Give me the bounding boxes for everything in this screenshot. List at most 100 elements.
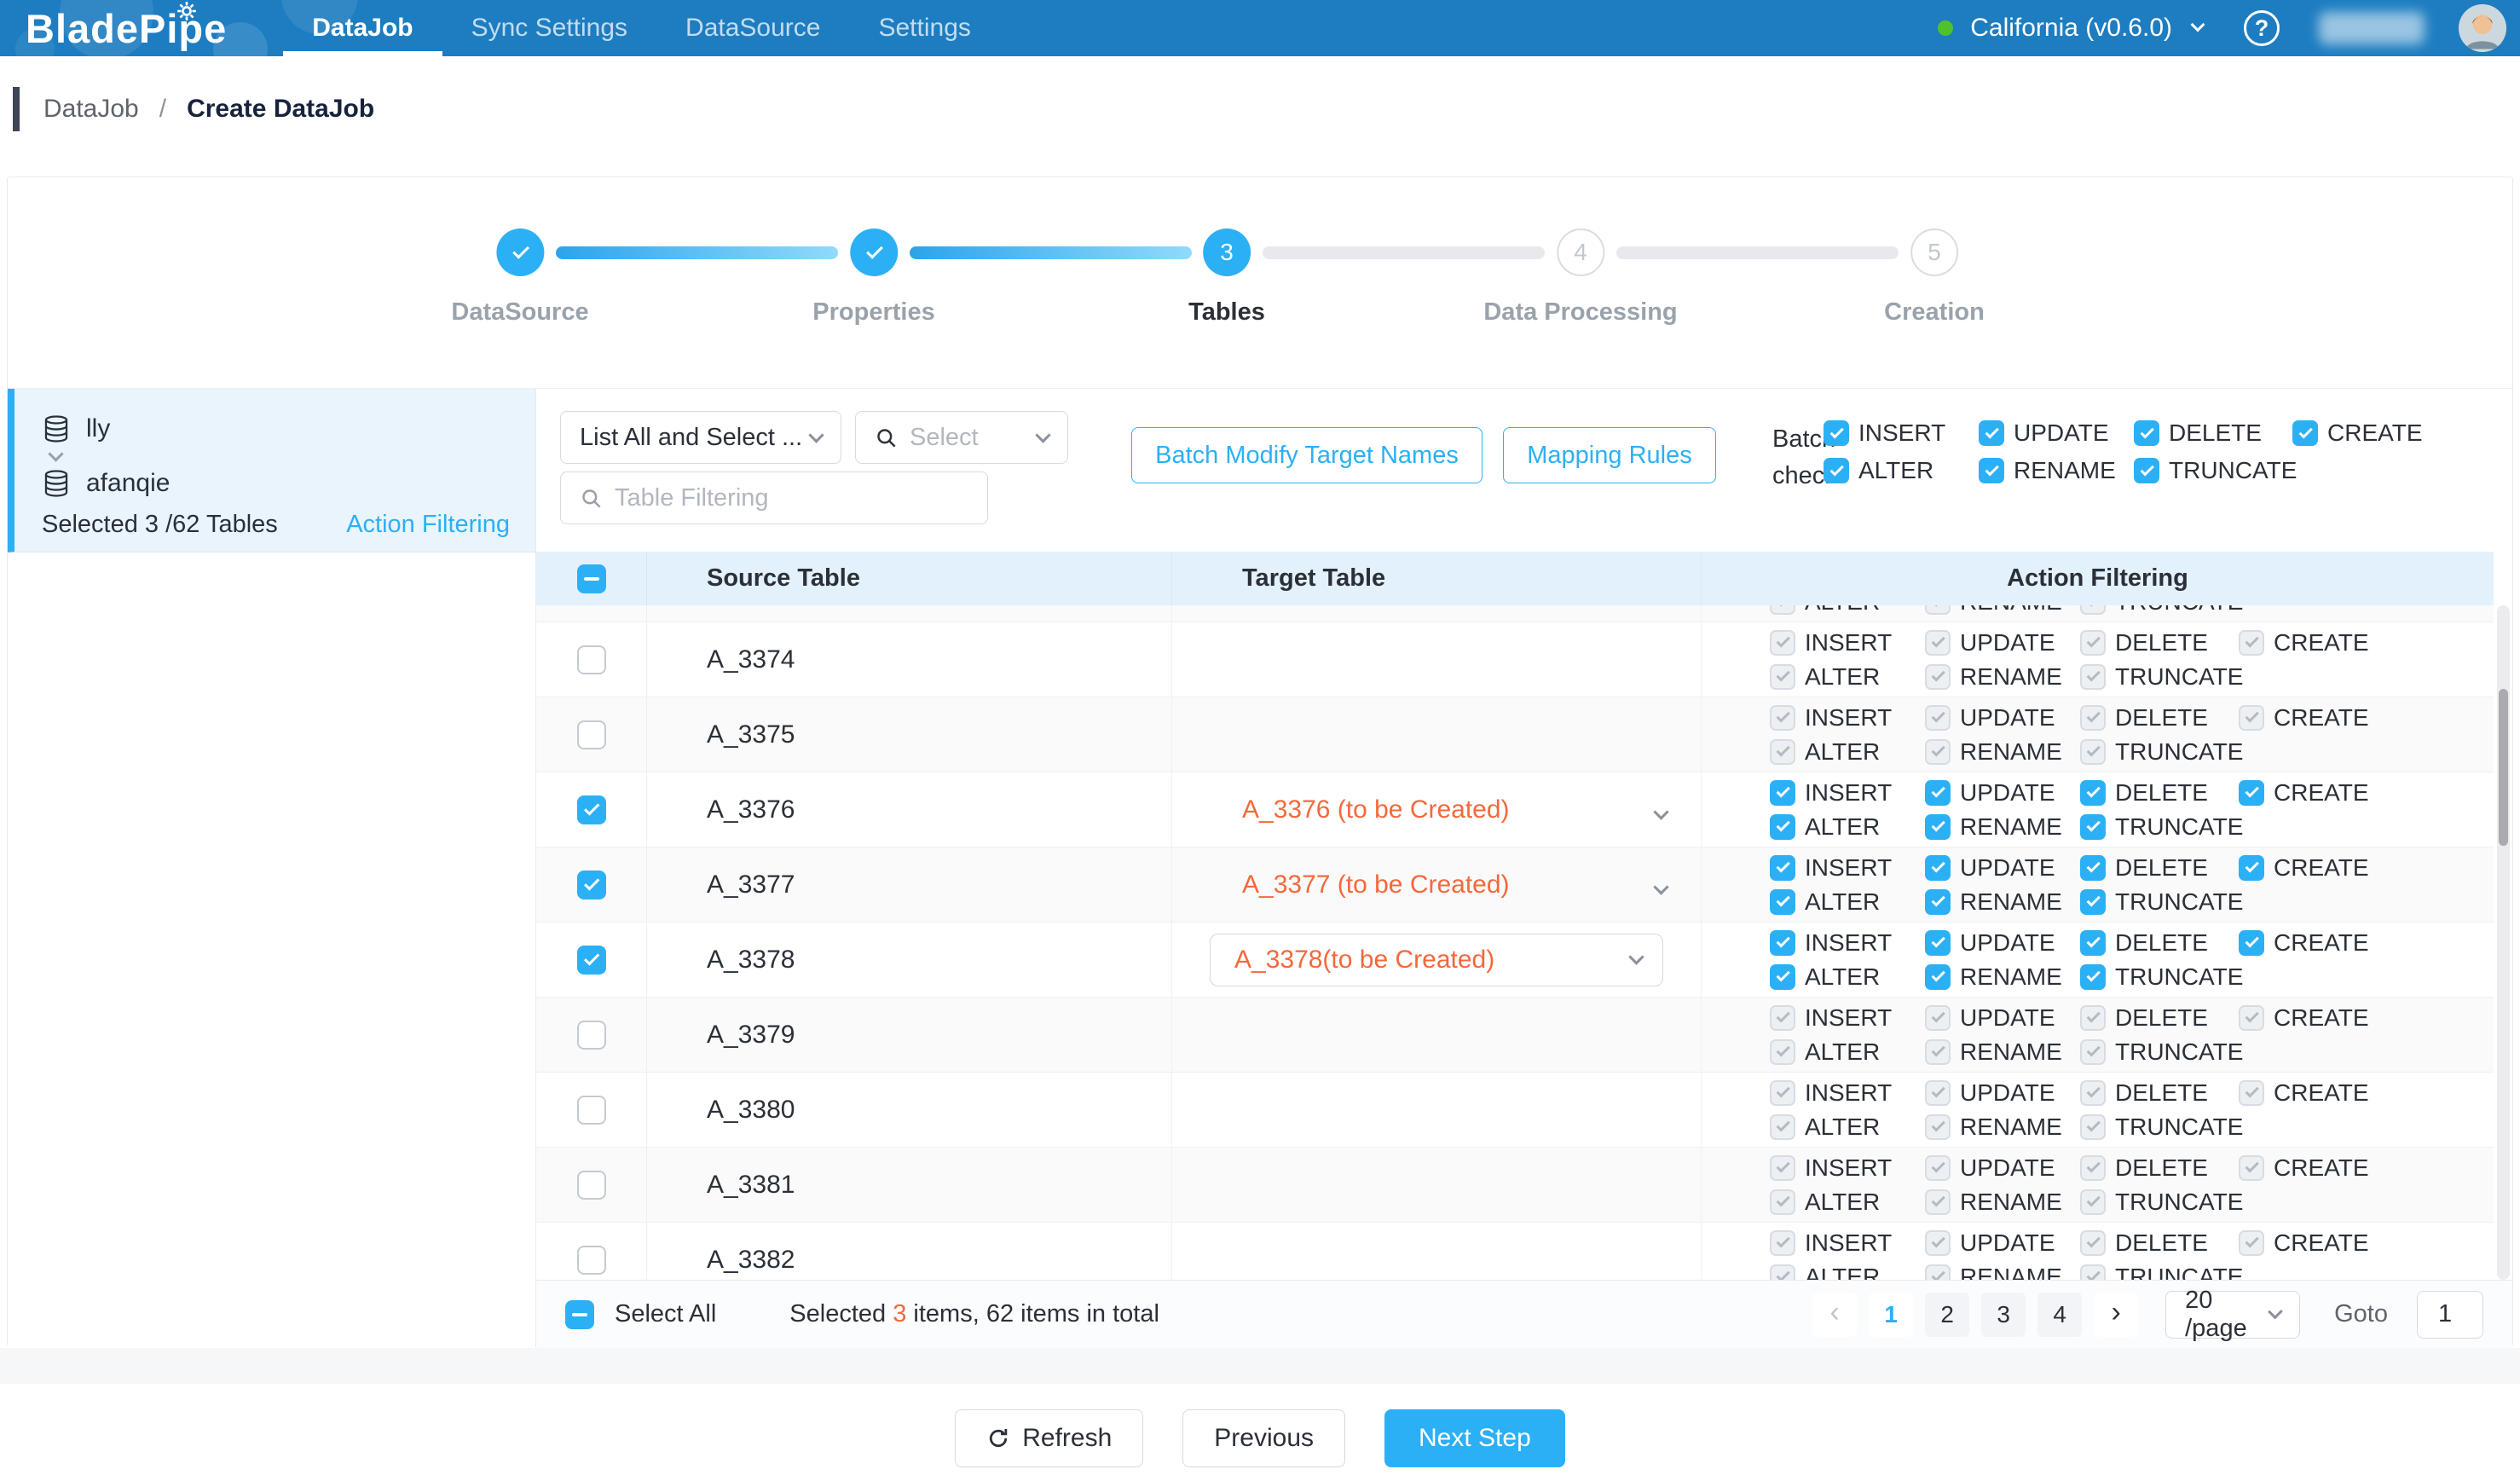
- page-button-3[interactable]: 3: [1981, 1293, 2026, 1337]
- batch-checkbox[interactable]: [1979, 458, 2004, 483]
- action-checkbox[interactable]: [2080, 889, 2106, 915]
- action-checkbox[interactable]: [2239, 855, 2264, 881]
- next-step-button[interactable]: Next Step: [1384, 1409, 1565, 1467]
- batch-modify-target-names-button[interactable]: Batch Modify Target Names: [1131, 427, 1483, 483]
- batch-checkbox[interactable]: [2134, 458, 2159, 483]
- page-size-select[interactable]: 20 /page: [2165, 1291, 2300, 1339]
- action-checkbox: [1925, 664, 1951, 690]
- next-page-button[interactable]: ›: [2094, 1293, 2138, 1337]
- action-checkbox[interactable]: [2239, 930, 2264, 956]
- mapping-rules-button[interactable]: Mapping Rules: [1503, 427, 1716, 483]
- menu-item-datasource[interactable]: DataSource: [656, 0, 849, 56]
- action-checkbox[interactable]: [1770, 814, 1795, 840]
- chevron-down-icon[interactable]: [1653, 879, 1668, 894]
- batch-checkbox[interactable]: [2292, 420, 2318, 446]
- action-filtering-cell: INSERTUPDATEDELETECREATEALTERRENAMETRUNC…: [1702, 847, 2494, 922]
- action-checkbox-item: DELETE: [2080, 629, 2239, 657]
- header-select-checkbox[interactable]: [577, 564, 606, 593]
- action-label: TRUNCATE: [2115, 963, 2243, 991]
- action-checkbox-item: INSERT: [1770, 629, 1925, 657]
- action-checkbox-item: DELETE: [2080, 929, 2239, 957]
- action-checkbox[interactable]: [1925, 930, 1951, 956]
- check-mark: [2245, 709, 2259, 722]
- action-label: UPDATE: [1960, 929, 2055, 957]
- menu-item-datajob[interactable]: DataJob: [283, 0, 442, 56]
- row-checkbox[interactable]: [577, 1021, 606, 1050]
- breadcrumb-bar: [13, 87, 20, 131]
- page-button-1[interactable]: 1: [1869, 1293, 1913, 1337]
- check-mark: [1932, 633, 1945, 647]
- action-label: UPDATE: [1960, 629, 2055, 657]
- row-checkbox[interactable]: [577, 795, 606, 824]
- select-all-checkbox[interactable]: [565, 1300, 594, 1329]
- action-checkbox[interactable]: [1770, 855, 1795, 881]
- action-checkbox[interactable]: [2080, 964, 2106, 990]
- action-checkbox[interactable]: [1770, 964, 1795, 990]
- action-checkbox-item: CREATE: [2239, 854, 2369, 882]
- check-mark: [1932, 605, 1945, 607]
- action-label: RENAME: [1960, 963, 2062, 991]
- action-label: TRUNCATE: [2115, 663, 2243, 691]
- action-checkbox[interactable]: [2080, 814, 2106, 840]
- batch-action-insert: INSERT: [1824, 419, 1979, 447]
- action-checkbox-item: RENAME: [1925, 813, 2080, 841]
- action-checkbox[interactable]: [1925, 814, 1951, 840]
- previous-button[interactable]: Previous: [1182, 1409, 1345, 1467]
- avatar[interactable]: [2459, 4, 2506, 52]
- batch-checkbox[interactable]: [1824, 420, 1849, 446]
- breadcrumb-parent[interactable]: DataJob: [43, 95, 139, 124]
- row-checkbox[interactable]: [577, 720, 606, 749]
- target-table-select[interactable]: A_3378(to be Created): [1210, 934, 1663, 986]
- action-checkbox-item: INSERT: [1770, 1004, 1925, 1032]
- row-checkbox[interactable]: [577, 1246, 606, 1275]
- table-row: A_3376A_3376 (to be Created)INSERTUPDATE…: [536, 772, 2494, 847]
- app-logo: BladePipe: [26, 5, 227, 52]
- menu-item-settings[interactable]: Settings: [849, 0, 999, 56]
- scrollbar-thumb[interactable]: [2499, 689, 2508, 846]
- action-checkbox[interactable]: [1925, 855, 1951, 881]
- action-checkbox[interactable]: [1925, 889, 1951, 915]
- page-button-4[interactable]: 4: [2037, 1293, 2082, 1337]
- refresh-button[interactable]: Refresh: [955, 1409, 1143, 1467]
- action-checkbox[interactable]: [1925, 964, 1951, 990]
- batch-checkbox[interactable]: [2134, 420, 2159, 446]
- action-checkbox-grid: INSERTUPDATEDELETECREATEALTERRENAMETRUNC…: [1770, 1154, 2369, 1216]
- action-checkbox[interactable]: [2080, 930, 2106, 956]
- target-table-cell: [1172, 1148, 1702, 1222]
- action-checkbox: [2080, 1114, 2106, 1140]
- list-mode-select[interactable]: List All and Select ...: [560, 411, 841, 464]
- datasource-pair-item[interactable]: lly afanqie Selected 3 /62 Tables Action…: [8, 389, 535, 552]
- help-icon[interactable]: ?: [2244, 10, 2280, 46]
- goto-page-input[interactable]: [2417, 1291, 2483, 1339]
- action-checkbox[interactable]: [1770, 930, 1795, 956]
- row-checkbox[interactable]: [577, 1096, 606, 1125]
- chevron-down-icon[interactable]: [2191, 18, 2205, 32]
- action-filtering-cell: INSERTUPDATEDELETECREATEALTERRENAMETRUNC…: [1702, 605, 2494, 622]
- prev-page-button[interactable]: ‹: [1812, 1293, 1857, 1337]
- action-checkbox[interactable]: [1770, 780, 1795, 806]
- action-checkbox[interactable]: [2080, 780, 2106, 806]
- check-mark: [2245, 1159, 2259, 1172]
- batch-checkbox[interactable]: [1824, 458, 1849, 483]
- page-button-2[interactable]: 2: [1925, 1293, 1969, 1337]
- chevron-down-icon[interactable]: [1653, 804, 1668, 819]
- action-filtering-link[interactable]: Action Filtering: [346, 511, 510, 539]
- action-label: DELETE: [2115, 929, 2208, 957]
- action-checkbox[interactable]: [2239, 780, 2264, 806]
- row-checkbox[interactable]: [577, 871, 606, 899]
- filter-select[interactable]: Select: [855, 411, 1068, 464]
- action-checkbox[interactable]: [1770, 889, 1795, 915]
- row-checkbox[interactable]: [577, 645, 606, 674]
- row-checkbox[interactable]: [577, 1171, 606, 1200]
- row-checkbox[interactable]: [577, 946, 606, 975]
- action-filtering-cell: INSERTUPDATEDELETECREATEALTERRENAMETRUNC…: [1702, 923, 2494, 997]
- source-table-cell: A_3380: [647, 1073, 1172, 1147]
- table-filtering-input[interactable]: Table Filtering: [560, 471, 988, 524]
- step-data-processing: 4 Data Processing: [1483, 228, 1677, 327]
- batch-checkbox[interactable]: [1979, 420, 2004, 446]
- region-selector[interactable]: California (v0.6.0): [1970, 14, 2172, 43]
- menu-item-sync-settings[interactable]: Sync Settings: [442, 0, 656, 56]
- action-checkbox-item: DELETE: [2080, 1004, 2239, 1032]
- action-checkbox[interactable]: [1925, 780, 1951, 806]
- action-checkbox[interactable]: [2080, 855, 2106, 881]
